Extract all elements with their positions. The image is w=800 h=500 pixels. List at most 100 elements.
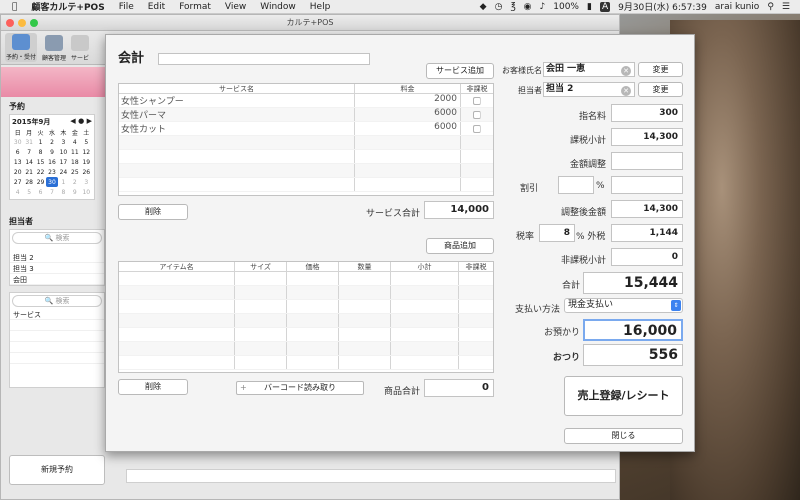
deposit-input[interactable]: 16,000: [583, 319, 683, 341]
toolbar-reservation[interactable]: 予約・受付: [5, 33, 38, 62]
calendar-day[interactable]: 30: [46, 177, 58, 187]
calendar-day[interactable]: 5: [81, 137, 92, 147]
calendar-day[interactable]: 3: [58, 137, 69, 147]
calendar-day[interactable]: 9: [69, 187, 80, 197]
calendar-day[interactable]: 23: [46, 167, 57, 177]
select-arrows-icon[interactable]: ⇕: [671, 300, 681, 311]
clear-icon[interactable]: ✕: [621, 66, 631, 76]
menu-help[interactable]: Help: [310, 2, 331, 12]
wifi-icon[interactable]: ◉: [524, 2, 532, 12]
calendar-day[interactable]: 14: [23, 157, 34, 167]
calendar-day[interactable]: 29: [35, 177, 46, 187]
delete-item-button[interactable]: 削除: [118, 379, 188, 395]
calendar-day[interactable]: 1: [58, 177, 69, 187]
calendar-day[interactable]: 10: [81, 187, 92, 197]
calendar-day[interactable]: 6: [12, 147, 23, 157]
tax-rate-input[interactable]: 8: [539, 224, 575, 242]
dropbox-icon[interactable]: ◆: [480, 2, 487, 12]
calendar-day[interactable]: 11: [69, 147, 80, 157]
calendar-day[interactable]: 2: [69, 177, 80, 187]
calendar-day[interactable]: 1: [35, 137, 46, 147]
payment-select[interactable]: 現金支払い ⇕: [564, 298, 683, 313]
table-row[interactable]: 女性カット 6000: [119, 122, 493, 136]
add-service-button[interactable]: サービス追加: [426, 63, 494, 79]
toolbar-customers[interactable]: 顧客管理: [42, 35, 66, 62]
user-name[interactable]: arai kunio: [715, 2, 759, 12]
calendar-day[interactable]: 30: [12, 137, 23, 147]
calendar-day[interactable]: 12: [81, 147, 92, 157]
clock[interactable]: 9月30日(水) 6:57:39: [618, 0, 707, 13]
battery-percent[interactable]: 100%: [553, 2, 579, 12]
menu-edit[interactable]: Edit: [148, 2, 165, 12]
table-row[interactable]: 女性パーマ 6000: [119, 108, 493, 122]
nontax-checkbox[interactable]: [473, 97, 481, 105]
calendar-day[interactable]: 13: [12, 157, 23, 167]
staff-list-item[interactable]: 担当 2: [10, 252, 104, 263]
input-source[interactable]: A: [599, 1, 611, 12]
shimei-value[interactable]: 300: [611, 104, 683, 122]
staff-search-input[interactable]: 🔍 検索: [12, 232, 102, 244]
calendar-day[interactable]: 8: [58, 187, 69, 197]
menu-app-name[interactable]: 顧客カルテ+POS: [31, 0, 104, 13]
close-button[interactable]: 閉じる: [564, 428, 683, 444]
barcode-button[interactable]: + バーコード読み取り: [236, 381, 364, 395]
calendar-day[interactable]: 26: [81, 167, 92, 177]
calendar-day[interactable]: 15: [35, 157, 46, 167]
calendar-day[interactable]: 8: [35, 147, 46, 157]
calendar-day[interactable]: 28: [23, 177, 34, 187]
nontax-checkbox[interactable]: [473, 111, 481, 119]
prev-month-icon[interactable]: ◀: [70, 117, 75, 125]
volume-icon[interactable]: ♪: [540, 2, 546, 12]
delete-service-button[interactable]: 削除: [118, 204, 188, 220]
calendar-day[interactable]: 6: [35, 187, 46, 197]
calendar-day[interactable]: 27: [12, 177, 23, 187]
menu-view[interactable]: View: [225, 2, 246, 12]
apple-menu-icon[interactable]: : [12, 2, 17, 12]
table-row[interactable]: 女性シャンプー 2000: [119, 94, 493, 108]
change-staff-button[interactable]: 変更: [638, 82, 683, 97]
next-month-icon[interactable]: ▶: [87, 117, 92, 125]
calendar-day[interactable]: 19: [81, 157, 92, 167]
today-dot-icon[interactable]: ●: [78, 117, 84, 125]
discount-amount-input[interactable]: [611, 176, 683, 194]
menu-format[interactable]: Format: [179, 2, 211, 12]
discount-percent-input[interactable]: [558, 176, 594, 194]
change-customer-button[interactable]: 変更: [638, 62, 683, 77]
staff-list-item[interactable]: 会田: [10, 274, 104, 285]
calendar-day[interactable]: 4: [69, 137, 80, 147]
adjust-input[interactable]: [611, 152, 683, 170]
battery-icon[interactable]: ▮: [587, 2, 592, 12]
calendar-day[interactable]: 7: [46, 187, 57, 197]
service-search-input[interactable]: 🔍 検索: [12, 295, 102, 307]
calendar-day[interactable]: 24: [58, 167, 69, 177]
register-receipt-button[interactable]: 売上登録/レシート: [564, 376, 683, 416]
calendar-day[interactable]: 9: [46, 147, 57, 157]
calendar-day[interactable]: 7: [23, 147, 34, 157]
calendar-day[interactable]: 22: [35, 167, 46, 177]
time-machine-icon[interactable]: ◷: [495, 2, 503, 12]
toolbar-services[interactable]: サービ: [71, 35, 89, 62]
calendar-day[interactable]: 17: [58, 157, 69, 167]
calendar-day[interactable]: 31: [23, 137, 34, 147]
calendar-day[interactable]: 18: [69, 157, 80, 167]
menu-window[interactable]: Window: [260, 2, 296, 12]
calendar-day[interactable]: 21: [23, 167, 34, 177]
calendar-day[interactable]: 2: [46, 137, 57, 147]
sheet-title-field[interactable]: [158, 53, 370, 65]
bluetooth-icon[interactable]: ℥: [510, 2, 515, 12]
calendar-day[interactable]: 3: [81, 177, 92, 187]
calendar-day[interactable]: 10: [58, 147, 69, 157]
calendar-day[interactable]: 4: [12, 187, 23, 197]
notification-icon[interactable]: ☰: [782, 2, 790, 12]
clear-icon[interactable]: ✕: [621, 86, 631, 96]
new-reservation-button[interactable]: 新規予約: [9, 455, 105, 485]
nontax-checkbox[interactable]: [473, 125, 481, 133]
calendar-day[interactable]: 25: [69, 167, 80, 177]
menu-file[interactable]: File: [119, 2, 134, 12]
calendar-day[interactable]: 16: [46, 157, 57, 167]
search-icon[interactable]: ⚲: [767, 2, 774, 12]
staff-list-item[interactable]: 担当 3: [10, 263, 104, 274]
calendar-day[interactable]: 20: [12, 167, 23, 177]
calendar-day[interactable]: 5: [23, 187, 34, 197]
add-item-button[interactable]: 商品追加: [426, 238, 494, 254]
